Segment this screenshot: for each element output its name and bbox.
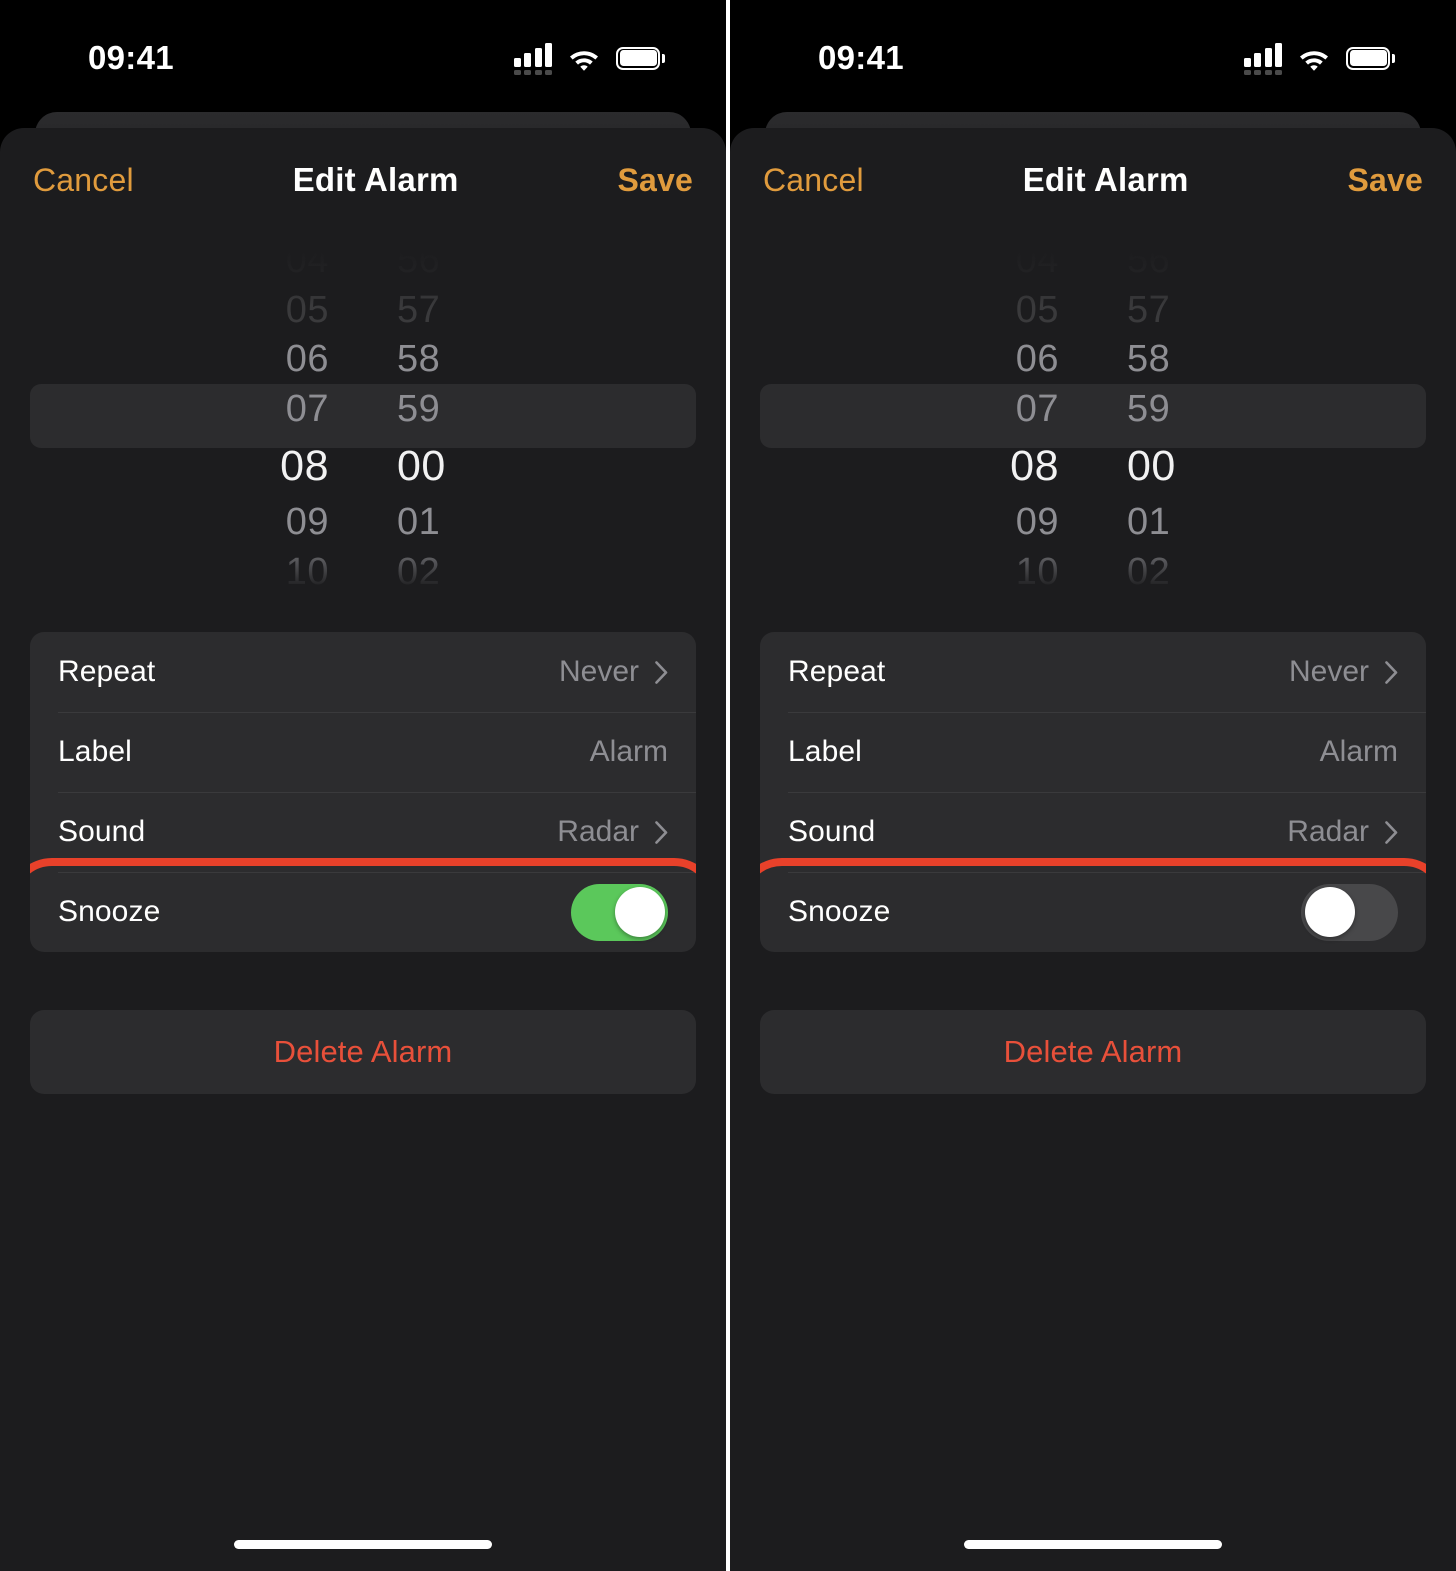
battery-full-icon: [1346, 46, 1395, 70]
comparison-screenshot: 09:41 Cancel Edit Alarm Save 04 05 06 07…: [0, 0, 1456, 1571]
cancel-button[interactable]: Cancel: [33, 162, 134, 199]
page-title: Edit Alarm: [1022, 161, 1189, 198]
toggle-knob: [1304, 887, 1355, 937]
navigation-bar: Cancel Edit Alarm Save: [0, 128, 726, 232]
minute-cell[interactable]: 56: [397, 236, 538, 286]
panel-left: 09:41 Cancel Edit Alarm Save 04 05 06 07…: [0, 0, 726, 1571]
row-value: Alarm: [1319, 735, 1398, 768]
row-label: Snooze: [788, 895, 891, 928]
hour-cell[interactable]: 04: [188, 236, 329, 286]
delete-alarm-button[interactable]: Delete Alarm: [760, 1010, 1426, 1094]
chevron-right-icon: [655, 660, 668, 684]
minute-cell[interactable]: 58: [1127, 335, 1268, 385]
row-value: Alarm: [589, 735, 668, 768]
row-label: Snooze: [58, 895, 161, 928]
save-button[interactable]: Save: [1347, 162, 1423, 199]
settings-row-sound[interactable]: Sound Radar: [760, 792, 1426, 872]
wifi-icon: [567, 46, 601, 71]
alarm-settings-list: Repeat Never Label Alarm Sound Radar Sno…: [30, 632, 696, 952]
hour-cell[interactable]: 06: [918, 335, 1059, 385]
minute-cell[interactable]: 03: [397, 598, 538, 604]
time-picker[interactable]: 04 05 06 07 08 09 10 11 12 56 57 58: [730, 236, 1456, 604]
chevron-right-icon: [655, 820, 668, 844]
time-picker[interactable]: 04 05 06 07 08 09 10 11 12 56 57 58: [0, 236, 726, 604]
minute-cell[interactable]: 02: [397, 548, 538, 598]
edit-alarm-sheet: Cancel Edit Alarm Save 04 05 06 07 08 09…: [730, 128, 1456, 1571]
settings-row-snooze[interactable]: Snooze: [760, 858, 1426, 952]
home-indicator[interactable]: [234, 1540, 492, 1549]
hour-cell[interactable]: 11: [188, 598, 329, 604]
row-label: Sound: [58, 815, 146, 848]
settings-row-snooze[interactable]: Snooze: [30, 858, 696, 952]
hour-cell[interactable]: 10: [918, 548, 1059, 598]
toggle-knob: [614, 887, 665, 937]
alarm-settings-list: Repeat Never Label Alarm Sound Radar Sno…: [760, 632, 1426, 952]
settings-row-label[interactable]: Label Alarm: [30, 712, 696, 792]
hour-cell[interactable]: 10: [188, 548, 329, 598]
row-value: Never: [1288, 655, 1369, 688]
chevron-right-icon: [1385, 660, 1398, 684]
status-bar-icons: [1243, 41, 1395, 75]
save-button[interactable]: Save: [617, 162, 693, 199]
settings-row-repeat[interactable]: Repeat Never: [30, 632, 696, 712]
minute-cell[interactable]: 01: [1127, 498, 1268, 548]
snooze-toggle[interactable]: [1301, 883, 1398, 941]
hour-cell[interactable]: 11: [918, 598, 1059, 604]
minute-column[interactable]: 56 57 58 59 00 01 02 03 04: [1093, 236, 1268, 604]
page-title: Edit Alarm: [292, 161, 459, 198]
status-bar-time: 09:41: [88, 39, 174, 76]
minute-cell[interactable]: 01: [397, 498, 538, 548]
row-value: Radar: [1287, 815, 1369, 848]
hour-cell-selected[interactable]: 08: [188, 434, 329, 498]
status-bar: 09:41: [730, 0, 1456, 108]
minute-cell[interactable]: 59: [397, 385, 538, 435]
row-value: Never: [558, 655, 639, 688]
row-label: Label: [788, 735, 862, 768]
minute-cell[interactable]: 03: [1127, 598, 1268, 604]
status-bar: 09:41: [0, 0, 726, 108]
minute-cell[interactable]: 02: [1127, 548, 1268, 598]
navigation-bar: Cancel Edit Alarm Save: [730, 128, 1456, 232]
row-label: Repeat: [58, 655, 156, 688]
minute-cell[interactable]: 59: [1127, 385, 1268, 435]
minute-cell[interactable]: 56: [1127, 236, 1268, 286]
cellular-signal-icon: [513, 41, 552, 75]
minute-cell[interactable]: 57: [397, 286, 538, 336]
hour-cell-selected[interactable]: 08: [918, 434, 1059, 498]
hour-cell[interactable]: 05: [918, 286, 1059, 336]
panel-right: 09:41 Cancel Edit Alarm Save 04 05 06 07…: [730, 0, 1456, 1571]
hour-cell[interactable]: 05: [188, 286, 329, 336]
hour-column[interactable]: 04 05 06 07 08 09 10 11 12: [918, 236, 1093, 604]
row-label: Label: [58, 735, 132, 768]
minute-cell-selected[interactable]: 00: [397, 434, 538, 498]
delete-alarm-button[interactable]: Delete Alarm: [30, 1010, 696, 1094]
status-bar-icons: [513, 41, 665, 75]
snooze-toggle[interactable]: [571, 883, 668, 941]
row-value: Radar: [557, 815, 639, 848]
wifi-icon: [1297, 46, 1331, 71]
row-label: Sound: [788, 815, 876, 848]
home-indicator[interactable]: [964, 1540, 1222, 1549]
hour-cell[interactable]: 04: [918, 236, 1059, 286]
settings-row-label[interactable]: Label Alarm: [760, 712, 1426, 792]
cellular-signal-icon: [1243, 41, 1282, 75]
minute-cell[interactable]: 58: [397, 335, 538, 385]
minute-cell-selected[interactable]: 00: [1127, 434, 1268, 498]
minute-column[interactable]: 56 57 58 59 00 01 02 03 04: [363, 236, 538, 604]
hour-cell[interactable]: 07: [918, 385, 1059, 435]
hour-column[interactable]: 04 05 06 07 08 09 10 11 12: [188, 236, 363, 604]
edit-alarm-sheet: Cancel Edit Alarm Save 04 05 06 07 08 09…: [0, 128, 726, 1571]
minute-cell[interactable]: 57: [1127, 286, 1268, 336]
hour-cell[interactable]: 07: [188, 385, 329, 435]
hour-cell[interactable]: 09: [188, 498, 329, 548]
settings-row-sound[interactable]: Sound Radar: [30, 792, 696, 872]
chevron-right-icon: [1385, 820, 1398, 844]
settings-row-repeat[interactable]: Repeat Never: [760, 632, 1426, 712]
row-label: Repeat: [788, 655, 886, 688]
status-bar-time: 09:41: [818, 39, 904, 76]
hour-cell[interactable]: 09: [918, 498, 1059, 548]
battery-full-icon: [616, 46, 665, 70]
hour-cell[interactable]: 06: [188, 335, 329, 385]
cancel-button[interactable]: Cancel: [763, 162, 864, 199]
